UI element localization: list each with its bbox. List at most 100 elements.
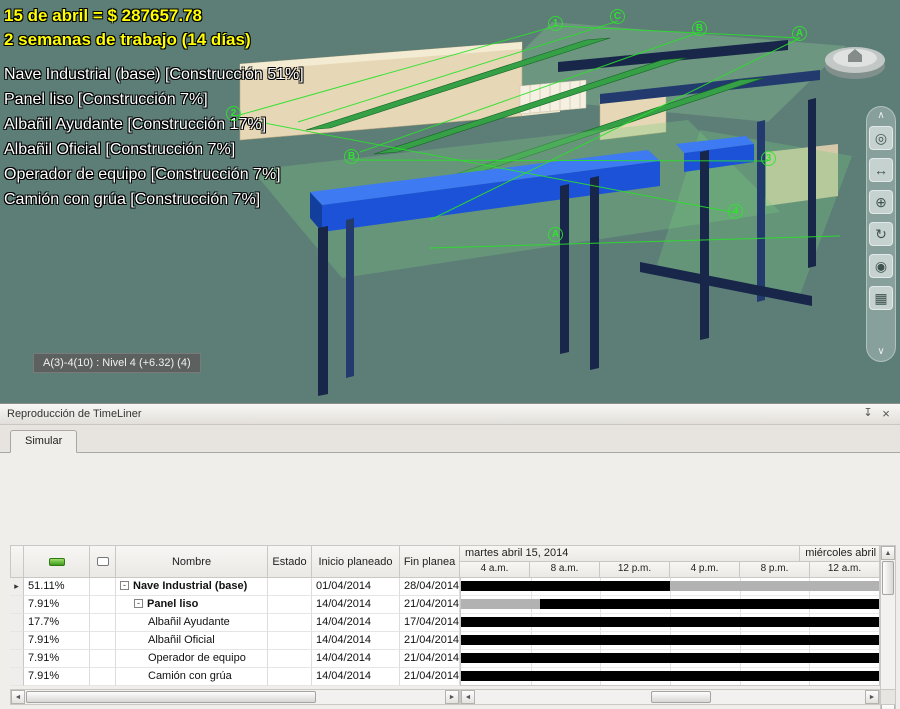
collapse-icon[interactable]: -	[134, 599, 143, 608]
grid-axis-label: 4	[728, 204, 743, 219]
progress-cell: 51.11%	[24, 578, 90, 596]
estado-cell	[268, 650, 312, 668]
end-date-cell: 21/04/2014	[400, 650, 460, 668]
header-inicio[interactable]: Inicio planeado	[312, 545, 400, 578]
estado-cell	[268, 632, 312, 650]
task-name-cell[interactable]: Camión con grúa	[116, 668, 268, 686]
look-icon[interactable]: ◉	[869, 254, 893, 278]
task-name-cell[interactable]: - Panel liso	[116, 596, 268, 614]
header-fin[interactable]: Fin planea	[400, 545, 460, 578]
gantt-row	[461, 650, 879, 668]
end-date-cell: 21/04/2014	[400, 668, 460, 686]
zoom-icon[interactable]: ⊕	[869, 190, 893, 214]
overlay-cost-line: 2 semanas de trabajo (14 días)	[4, 30, 251, 49]
gantt-task-bar	[461, 599, 541, 609]
overlay-task-line: Camión con grúa [Construcción 7%]	[4, 191, 261, 208]
end-date-cell: 17/04/2014	[400, 614, 460, 632]
navbar-collapse-down-icon[interactable]: ∨	[877, 346, 884, 358]
task-name-cell[interactable]: Operador de equipo	[116, 650, 268, 668]
header-estado[interactable]: Estado	[268, 545, 312, 578]
gantt-body[interactable]	[460, 578, 880, 686]
gantt-horizontal-scrollbar[interactable]: ◄ ►	[460, 689, 880, 705]
home-puck-icon	[825, 47, 885, 79]
end-date-cell: 21/04/2014	[400, 596, 460, 614]
start-date-cell: 01/04/2014	[312, 578, 400, 596]
table-scroll-thumb[interactable]	[26, 691, 316, 703]
scroll-right-icon[interactable]: ►	[865, 690, 879, 704]
gantt-day-headers: martes abril 15, 2014 miércoles abril	[460, 545, 880, 562]
estado-cell	[268, 668, 312, 686]
pan-icon[interactable]: ↔	[869, 158, 893, 182]
scroll-left-icon[interactable]: ◄	[11, 690, 25, 704]
task-name-label: Camión con grúa	[148, 670, 232, 682]
grid-axis-label: B	[692, 21, 707, 36]
estado-cell	[268, 596, 312, 614]
overlay-task-line: Albañil Oficial [Construcción 7%]	[4, 141, 236, 158]
gantt-task-bar	[461, 635, 879, 645]
gantt-task-bar	[461, 617, 879, 627]
selection-label: A(3)-4(10) : Nivel 4 (+6.32) (4)	[33, 353, 201, 373]
orbit-icon[interactable]: ↻	[869, 222, 893, 246]
grid-axis-label: 3	[761, 151, 776, 166]
navbar-collapse-up-icon[interactable]: ∧	[877, 110, 884, 122]
progress-cell: 7.91%	[24, 650, 90, 668]
scrollbar-corner	[880, 689, 896, 705]
start-date-cell: 14/04/2014	[312, 614, 400, 632]
scroll-left-icon[interactable]: ◄	[461, 690, 475, 704]
overlay-task-line: Panel liso [Construcción 7%]	[4, 91, 208, 108]
comment-cell[interactable]	[90, 578, 116, 596]
panel-header[interactable]: Reproducción de TimeLiner ↧ ×	[0, 404, 900, 425]
comment-cell[interactable]	[90, 596, 116, 614]
vertical-scroll-thumb[interactable]	[882, 561, 894, 595]
overlay-task-line: Nave Industrial (base) [Construcción 51%…	[4, 66, 304, 83]
gantt-tick-label: 4 a.m.	[460, 562, 530, 578]
table-horizontal-scrollbar[interactable]: ◄ ►	[10, 689, 460, 705]
comment-icon	[96, 557, 109, 566]
cost-overlay: 15 de abril = $ 287657.78 2 semanas de tr…	[4, 4, 251, 52]
gantt-scroll-thumb[interactable]	[651, 691, 711, 703]
task-name-label: Nave Industrial (base)	[133, 580, 248, 592]
start-date-cell: 14/04/2014	[312, 596, 400, 614]
progress-cell: 7.91%	[24, 596, 90, 614]
gantt-task-bar	[461, 671, 879, 681]
row-indicator: ▸	[10, 578, 24, 596]
gantt-day-header: miércoles abril	[800, 545, 880, 562]
comment-cell[interactable]	[90, 632, 116, 650]
comment-cell[interactable]	[90, 614, 116, 632]
end-date-cell: 21/04/2014	[400, 632, 460, 650]
overlay-task-line: Albañil Ayudante [Construcción 17%]	[4, 116, 267, 133]
3d-viewport[interactable]: 15 de abril = $ 287657.78 2 semanas de tr…	[0, 0, 900, 403]
gantt-row	[461, 632, 879, 650]
tab-simular[interactable]: Simular	[10, 430, 78, 453]
header-gutter	[10, 545, 24, 578]
comment-cell[interactable]	[90, 650, 116, 668]
gantt-row	[461, 596, 879, 614]
gantt-task-bar	[461, 581, 670, 591]
gantt-task-bar	[540, 599, 879, 609]
progress-cell: 17.7%	[24, 614, 90, 632]
header-nombre[interactable]: Nombre	[116, 545, 268, 578]
progress-cell: 7.91%	[24, 668, 90, 686]
perspective-icon[interactable]: ▦	[869, 286, 893, 310]
gantt-tick-label: 8 p.m.	[740, 562, 810, 578]
grid-axis-label: A	[548, 227, 563, 242]
task-name-label: Albañil Oficial	[148, 634, 215, 646]
grid-axis-label: 2	[226, 106, 241, 121]
header-progress[interactable]	[24, 545, 90, 578]
task-overlay: Nave Industrial (base) [Construcción 51%…	[4, 62, 304, 212]
steering-wheel-icon[interactable]: ◎	[869, 126, 893, 150]
task-name-cell[interactable]: Albañil Oficial	[116, 632, 268, 650]
gantt-vertical-scrollbar[interactable]: ▲ ▼	[880, 545, 896, 709]
gantt-task-bar	[461, 653, 879, 663]
navigation-bar[interactable]: ∧ ◎ ↔ ⊕ ↻ ◉ ▦ ∨	[866, 106, 896, 362]
window-close-icon[interactable]: ×	[878, 406, 894, 422]
collapse-icon[interactable]: -	[120, 581, 129, 590]
task-name-cell[interactable]: - Nave Industrial (base)	[116, 578, 268, 596]
end-date-cell: 28/04/2014	[400, 578, 460, 596]
scroll-right-icon[interactable]: ►	[445, 690, 459, 704]
scroll-up-icon[interactable]: ▲	[881, 546, 895, 560]
comment-cell[interactable]	[90, 668, 116, 686]
header-comment[interactable]	[90, 545, 116, 578]
task-name-cell[interactable]: Albañil Ayudante	[116, 614, 268, 632]
window-pin-icon[interactable]: ↧	[860, 406, 876, 422]
